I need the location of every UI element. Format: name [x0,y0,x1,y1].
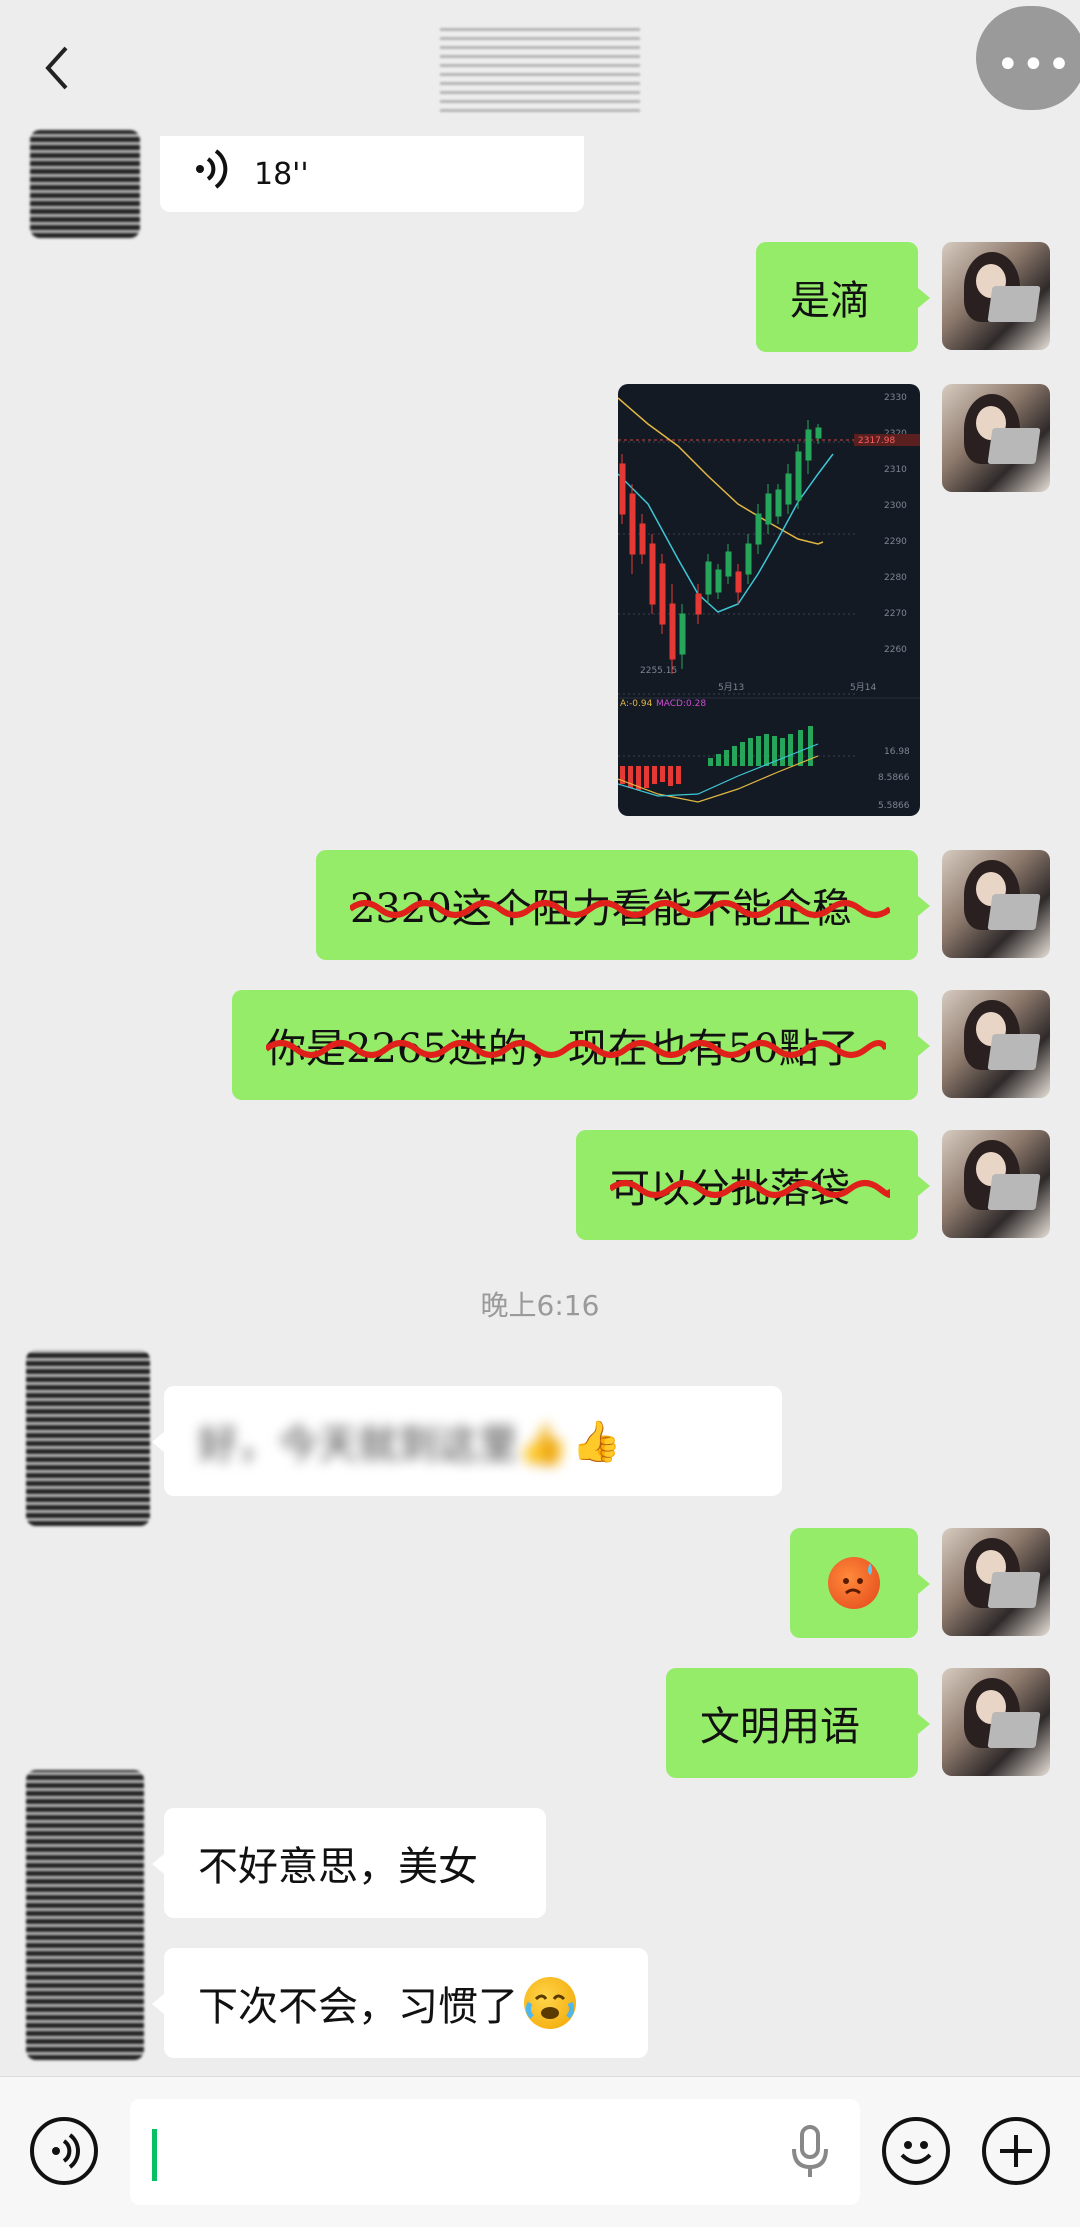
emoji-button[interactable] [882,2117,950,2185]
date-label: 5月13 [718,682,744,693]
voice-message-bubble[interactable]: 18'' [160,136,584,212]
message-input[interactable] [130,2099,860,2205]
price-tick: 2330 [884,393,907,403]
my-avatar[interactable] [942,1668,1050,1776]
text-cursor [152,2129,157,2181]
contact-avatar[interactable] [26,1770,144,2060]
crying-face-emoji [524,1977,576,2029]
price-tick: 2310 [884,465,907,475]
my-avatar[interactable] [942,384,1050,492]
chat-title [440,22,640,112]
candlesticks [619,420,822,674]
bubble-tail [152,1854,164,1874]
struck-message: 2320这个阻力看能不能企稳 [350,876,890,934]
contact-avatar[interactable] [30,130,140,238]
price-tick: 2270 [884,609,907,619]
bubble-tail [918,896,930,916]
bubble-tail [918,1176,930,1196]
message-bubble-sent[interactable]: 文明用语 [666,1668,918,1778]
message-timestamp: 晚上6:16 [480,1289,600,1322]
bubble-tail [918,1574,930,1594]
macd-tick: 5.5866 [878,801,910,811]
message-text: 不好意思，美女 [198,1844,478,1890]
message-bubble-received[interactable]: 不好意思，美女 [164,1808,546,1918]
bubble-tail [918,288,930,308]
my-avatar[interactable] [942,1528,1050,1636]
voice-icon [52,2133,80,2169]
red-squiggle-strike [266,1040,886,1058]
bubble-tail [918,1714,930,1734]
sweat-face-emoji [828,1557,880,1609]
date-label: 5月14 [850,682,876,693]
top-bar: ••• [0,0,1080,140]
struck-message: 可以分批落袋 [610,1156,890,1214]
voice-mode-button[interactable] [30,2117,98,2185]
message-bubble-received[interactable]: 好，今天就到这里👍 👍 [164,1386,782,1496]
microphone-icon[interactable] [790,2125,830,2181]
message-text: 是滴 [790,278,870,324]
dif-label: A:-0.94 [620,699,653,709]
macd-tick: 16.98 [884,747,910,757]
my-avatar[interactable] [942,850,1050,958]
plus-icon [1000,2135,1032,2167]
price-tick: 2300 [884,501,907,511]
contact-avatar[interactable] [26,1350,150,1526]
red-squiggle-strike [610,1180,890,1198]
chart-screenshot-image[interactable]: 2330 2320 2310 2300 2290 2280 2270 2260 … [618,384,920,816]
voice-duration: 18'' [254,156,309,192]
thumbs-up-emoji: 👍 [571,1418,622,1465]
emoji-message-bubble[interactable] [790,1528,918,1638]
my-avatar[interactable] [942,1130,1050,1238]
price-tick: 2260 [884,645,907,655]
back-arrow-icon[interactable] [36,40,84,100]
current-price-label: 2317.98 [858,436,895,446]
my-avatar[interactable] [942,990,1050,1098]
macd-label: MACD:0.28 [656,699,706,709]
message-bubble-sent-struck[interactable]: 2320这个阻力看能不能企稳 [316,850,918,960]
more-options-button[interactable]: ••• [976,6,1080,110]
red-squiggle-strike [350,900,890,918]
message-bubble-sent-struck[interactable]: 可以分批落袋 [576,1130,918,1240]
struck-message: 你是2265进的，现在也有50點了 [266,1016,886,1074]
message-bubble-sent-struck[interactable]: 你是2265进的，现在也有50點了 [232,990,918,1100]
macd-tick: 8.5866 [878,773,910,783]
message-bubble-received[interactable]: 下次不会，习惯了 [164,1948,648,2058]
voice-wave-icon [194,147,228,201]
blurred-message-text: 好，今天就到这里👍 [198,1422,568,1468]
price-tick: 2290 [884,537,907,547]
message-bubble-sent[interactable]: 是滴 [756,242,918,352]
bubble-tail [152,1432,164,1452]
message-text: 下次不会，习惯了 [198,1984,518,2030]
message-text: 文明用语 [700,1704,860,1750]
more-icon: ••• [996,42,1073,88]
bubble-tail [918,1036,930,1056]
smiley-icon [900,2141,932,2164]
price-tick: 2280 [884,573,907,583]
input-bar [0,2076,1080,2227]
add-more-button[interactable] [982,2117,1050,2185]
my-avatar[interactable] [942,242,1050,350]
bubble-tail [152,1994,164,2014]
